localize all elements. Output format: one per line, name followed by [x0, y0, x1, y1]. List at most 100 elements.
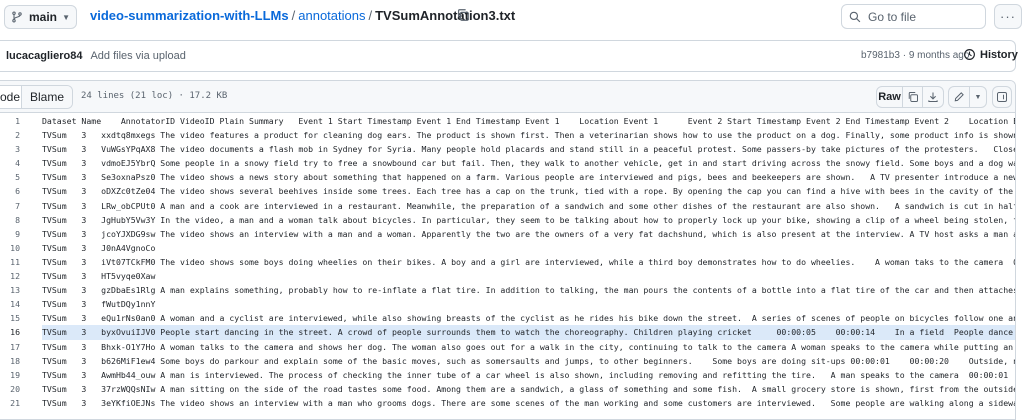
line-number[interactable]: 16: [0, 325, 20, 339]
line-text: TVSum 3 Bhxk-O1Y7Ho A woman talks to the…: [42, 341, 1016, 352]
breadcrumb-dir-link[interactable]: annotations: [298, 8, 365, 23]
code-line[interactable]: 9 TVSum 3 jcoYJXDG9sw The video shows an …: [0, 227, 1016, 241]
line-number[interactable]: 13: [0, 283, 20, 297]
line-number[interactable]: 2: [0, 128, 20, 142]
line-number[interactable]: 4: [0, 156, 20, 170]
code-line[interactable]: 15 TVSum 3 eQu1rNs0an0 A woman and a cycl…: [0, 311, 1016, 325]
line-text: TVSum 3 byxOvuiIJV0 People start dancing…: [42, 325, 1015, 340]
code-content[interactable]: 1 Dataset Name AnnotatorID VideoID Plain …: [0, 114, 1016, 419]
file-size-info: 24 lines (21 loc) · 17.2 KB: [81, 91, 228, 101]
line-number[interactable]: 18: [0, 354, 20, 368]
line-text: Dataset Name AnnotatorID VideoID Plain S…: [42, 116, 1016, 126]
symbols-panel-button[interactable]: [992, 86, 1012, 108]
line-text: TVSum 3 eQu1rNs0an0 A woman and a cyclis…: [42, 313, 1016, 324]
line-text: TVSum 3 JgHubY5Vw3Y In the video, a man …: [42, 214, 1016, 225]
code-line[interactable]: 17 TVSum 3 Bhxk-O1Y7Ho A woman talks to t…: [0, 340, 1016, 354]
line-number[interactable]: 17: [0, 340, 20, 354]
line-number[interactable]: 10: [0, 241, 20, 255]
commit-message-link[interactable]: Add files via upload: [90, 50, 185, 62]
search-icon: [849, 11, 861, 22]
code-line[interactable]: 8 TVSum 3 JgHubY5Vw3Y In the video, a man…: [0, 213, 1016, 227]
commit-hash-and-date[interactable]: b7981b3 · 9 months ago: [861, 50, 969, 61]
line-text: TVSum 3 fWutDQy1nnY: [42, 299, 156, 310]
edit-button[interactable]: [948, 86, 970, 108]
code-line[interactable]: 10 TVSum 3 J0nA4VgnoCo: [0, 241, 1015, 255]
line-text: TVSum 3 3eYKfiOEJNs The video shows an i…: [42, 397, 1016, 408]
code-line[interactable]: 7 TVSum 3 LRw_obCPUt0 A man and a cook ar…: [0, 199, 1016, 213]
code-line[interactable]: 16 TVSum 3 byxOvuiIJV0 People start danci…: [0, 325, 1015, 340]
code-line[interactable]: 11 TVSum 3 iVt07TCkFM0 The video shows so…: [0, 255, 1016, 269]
copy-icon: [908, 92, 918, 102]
line-text: TVSum 3 Se3oxnaPsz0 The video shows a ne…: [42, 172, 1016, 183]
line-text: TVSum 3 jcoYJXDG9sw The video shows an i…: [42, 228, 1016, 239]
code-line[interactable]: 2 TVSum 3 xxdtq8mxegs The video features …: [0, 128, 1016, 142]
caret-down-icon: ▼: [62, 12, 70, 22]
line-number[interactable]: 11: [0, 255, 20, 269]
breadcrumb-separator: /: [368, 8, 373, 23]
line-number[interactable]: 7: [0, 199, 20, 213]
line-text: TVSum 3 xxdtq8mxegs The video features a…: [42, 130, 1016, 141]
code-line[interactable]: 21 TVSum 3 3eYKfiOEJNs The video shows an…: [0, 396, 1016, 410]
more-options-button[interactable]: ···: [994, 4, 1022, 29]
line-number[interactable]: 8: [0, 213, 20, 227]
go-to-file-placeholder: Go to file: [868, 9, 917, 24]
line-text: TVSum 3 oDXZc0tZe04 The video shows seve…: [42, 186, 1016, 197]
line-number[interactable]: 21: [0, 396, 20, 410]
download-icon: [928, 92, 938, 103]
copy-raw-button[interactable]: [902, 86, 923, 108]
raw-button[interactable]: Raw: [876, 86, 903, 108]
code-tab[interactable]: ode: [0, 86, 22, 108]
line-number[interactable]: 20: [0, 382, 20, 396]
history-label: History: [980, 48, 1018, 61]
breadcrumb: video-summarization-with-LLMs / annotation…: [90, 8, 515, 23]
view-mode-toggle: ode Blame: [0, 85, 73, 109]
file-header: ode Blame 24 lines (21 loc) · 17.2 KB Ra…: [0, 81, 1015, 113]
commit-author-link[interactable]: lucacagliero84: [6, 50, 82, 62]
line-number[interactable]: 3: [0, 142, 20, 156]
line-text: TVSum 3 J0nA4VgnoCo: [42, 242, 156, 253]
line-text: TVSum 3 VuWGsYPqAX8 The video documents …: [42, 144, 1016, 155]
history-clock-icon: [964, 49, 975, 60]
line-number[interactable]: 6: [0, 184, 20, 198]
code-line[interactable]: 20 TVSum 3 37rzWQQsNIw A man sitting on t…: [0, 382, 1016, 396]
go-to-file-input[interactable]: Go to file: [841, 4, 986, 29]
code-line[interactable]: 14 TVSum 3 fWutDQy1nnY: [0, 297, 1015, 311]
edit-menu-button[interactable]: ▼: [969, 86, 987, 108]
blame-tab[interactable]: Blame: [22, 86, 72, 108]
code-line[interactable]: 18 TVSum 3 b626MiF1ew4 Some boys do parko…: [0, 354, 1016, 368]
breadcrumb-repo-link[interactable]: video-summarization-with-LLMs: [90, 8, 289, 23]
copy-path-icon[interactable]: [456, 8, 470, 22]
line-number[interactable]: 9: [0, 227, 20, 241]
code-line[interactable]: 5 TVSum 3 Se3oxnaPsz0 The video shows a n…: [0, 170, 1016, 184]
code-line[interactable]: 4 TVSum 3 vdmoEJ5YbrQ Some people in a sn…: [0, 156, 1016, 170]
latest-commit-bar: lucacagliero84 Add files via upload b798…: [0, 40, 1018, 72]
line-text: TVSum 3 vdmoEJ5YbrQ Some people in a sno…: [42, 158, 1016, 169]
code-line[interactable]: 19 TVSum 3 AwmHb44_ouw A man is interview…: [0, 368, 1016, 382]
line-text: TVSum 3 b626MiF1ew4 Some boys do parkour…: [42, 355, 1016, 366]
branch-name: main: [29, 10, 58, 24]
download-button[interactable]: [922, 86, 944, 108]
caret-down-icon: ▼: [974, 93, 982, 101]
line-number[interactable]: 1: [0, 114, 20, 128]
line-number[interactable]: 14: [0, 297, 20, 311]
code-line[interactable]: 1 Dataset Name AnnotatorID VideoID Plain …: [0, 114, 1016, 128]
git-branch-icon: [12, 11, 22, 23]
history-button[interactable]: History: [963, 48, 1018, 61]
code-line[interactable]: 13 TVSum 3 gzDbaEs1Rlg A man explains som…: [0, 283, 1016, 297]
line-number[interactable]: 19: [0, 368, 20, 382]
breadcrumb-file-name: TVSumAnnotation3.txt: [375, 8, 516, 23]
code-line[interactable]: 3 TVSum 3 VuWGsYPqAX8 The video documents…: [0, 142, 1016, 156]
line-number[interactable]: 15: [0, 311, 20, 325]
line-text: TVSum 3 37rzWQQsNIw A man sitting on the…: [42, 383, 1016, 394]
line-text: TVSum 3 LRw_obCPUt0 A man and a cook are…: [42, 200, 1016, 211]
line-text: TVSum 3 HT5vyqe0Xaw: [42, 271, 156, 282]
code-line[interactable]: 6 TVSum 3 oDXZc0tZe04 The video shows sev…: [0, 184, 1016, 198]
pencil-icon: [954, 92, 964, 102]
line-number[interactable]: 5: [0, 170, 20, 184]
line-text: TVSum 3 gzDbaEs1Rlg A man explains somet…: [42, 285, 1016, 296]
code-line[interactable]: 12 TVSum 3 HT5vyqe0Xaw: [0, 269, 1015, 283]
line-number[interactable]: 12: [0, 269, 20, 283]
line-text: TVSum 3 iVt07TCkFM0 The video shows some…: [42, 256, 1016, 267]
branch-selector-button[interactable]: main ▼: [4, 5, 77, 29]
line-text: TVSum 3 AwmHb44_ouw A man is interviewed…: [42, 369, 1016, 380]
